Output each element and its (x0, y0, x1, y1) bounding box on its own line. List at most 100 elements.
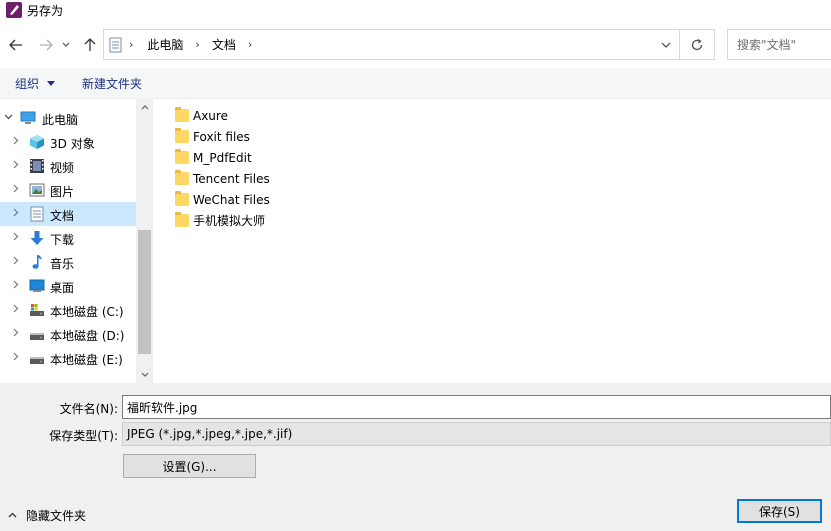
tree-item-pictures[interactable]: 图片 (0, 178, 136, 202)
tree-item-music[interactable]: 音乐 (0, 250, 136, 274)
file-name: Foxit files (193, 129, 250, 144)
chevron-right-icon[interactable] (11, 184, 21, 196)
tree-item-downloads[interactable]: 下载 (0, 226, 136, 250)
title-bar: 另存为 (0, 0, 831, 20)
tree-item-videos[interactable]: 视频 (0, 154, 136, 178)
chevron-up-icon (8, 512, 17, 518)
tree-label: 3D 对象 (50, 137, 95, 151)
tree-label: 图片 (50, 185, 75, 199)
back-button[interactable] (7, 36, 25, 54)
navigation-pane-scrollbar[interactable] (136, 99, 153, 383)
chevron-right-icon[interactable] (11, 208, 21, 220)
recent-locations-button[interactable] (60, 36, 72, 54)
chevron-right-icon[interactable] (11, 328, 21, 340)
folder-icon (175, 191, 189, 206)
list-item[interactable]: WeChat Files (175, 189, 270, 210)
breadcrumb-separator[interactable]: › (129, 38, 133, 51)
list-item[interactable]: Foxit files (175, 126, 250, 147)
drive-c-icon (30, 304, 44, 316)
chevron-down-icon (62, 42, 70, 47)
toolbar: 组织 新建文件夹 (0, 68, 831, 99)
tree-item-desktop[interactable]: 桌面 (0, 274, 136, 298)
address-history-dropdown[interactable] (652, 29, 680, 60)
organize-label: 组织 (15, 77, 40, 91)
arrow-right-icon (40, 39, 53, 51)
scroll-thumb[interactable] (138, 230, 151, 354)
drive-icon (30, 333, 44, 340)
caret-down-icon (47, 81, 56, 86)
file-name: 手机模拟大师 (193, 214, 266, 228)
chevron-down-icon (661, 42, 671, 48)
save-button[interactable]: 保存(S) (737, 499, 822, 523)
address-bar[interactable]: › 此电脑 › 文档 › (103, 29, 680, 60)
documents-icon (109, 37, 122, 52)
tree-label: 下载 (50, 233, 75, 247)
chevron-right-icon[interactable] (11, 304, 21, 316)
tree-item-documents[interactable]: 文档 (0, 202, 136, 226)
hide-folders-label: 隐藏文件夹 (26, 508, 87, 523)
folder-icon (175, 107, 189, 122)
hide-folders-toggle[interactable]: 隐藏文件夹 (8, 505, 86, 525)
folder-icon (175, 149, 189, 164)
tree-label: 本地磁盘 (C:) (50, 305, 124, 319)
download-icon (30, 231, 44, 245)
folder-icon (175, 212, 189, 227)
breadcrumb-separator[interactable]: › (195, 38, 199, 51)
tree-item-drive-e[interactable]: 本地磁盘 (E:) (0, 346, 136, 370)
tree-label: 此电脑 (42, 113, 79, 127)
arrow-left-icon (9, 39, 22, 51)
tree-item-drive-d[interactable]: 本地磁盘 (D:) (0, 322, 136, 346)
tree-label: 视频 (50, 161, 75, 175)
computer-icon (20, 111, 36, 124)
documents-icon (30, 206, 44, 222)
tree-item-this-pc[interactable]: 此电脑 (0, 106, 136, 130)
file-name: WeChat Files (193, 192, 270, 207)
file-list: Axure Foxit files M_PdfEdit Tencent File… (153, 99, 831, 383)
navigation-pane: 此电脑 3D 对象 视频 图片 文档 下载 音乐 桌面 本地磁盘 (C:) 本地… (0, 99, 153, 383)
chevron-right-icon[interactable] (11, 160, 21, 172)
video-icon (30, 159, 44, 173)
music-icon (32, 255, 42, 269)
folder-icon (175, 128, 189, 143)
new-folder-button[interactable]: 新建文件夹 (82, 68, 142, 99)
chevron-down-icon[interactable] (3, 112, 13, 123)
organize-button[interactable]: 组织 (15, 68, 56, 99)
tree-label: 本地磁盘 (D:) (50, 329, 125, 343)
breadcrumb-separator[interactable]: › (248, 38, 252, 51)
search-input[interactable]: 搜索"文档" (727, 29, 831, 60)
chevron-right-icon[interactable] (11, 352, 21, 364)
file-name: Tencent Files (193, 171, 270, 186)
forward-button[interactable] (37, 36, 55, 54)
tree-item-3d-objects[interactable]: 3D 对象 (0, 130, 136, 154)
folder-icon (175, 170, 189, 185)
3d-objects-icon (30, 135, 44, 149)
list-item[interactable]: Axure (175, 105, 228, 126)
up-button[interactable] (81, 36, 99, 54)
chevron-right-icon[interactable] (11, 232, 21, 244)
tree-item-drive-c[interactable]: 本地磁盘 (C:) (0, 298, 136, 322)
list-item[interactable]: 手机模拟大师 (175, 210, 265, 231)
arrow-up-icon (84, 38, 96, 51)
breadcrumb-this-pc[interactable]: 此电脑 (147, 36, 183, 53)
filetype-select[interactable]: JPEG (*.jpg,*.jpeg,*.jpe,*.jif) (122, 422, 831, 446)
refresh-button[interactable] (680, 29, 715, 60)
breadcrumb-documents[interactable]: 文档 (212, 36, 236, 53)
refresh-icon (691, 38, 703, 50)
chevron-right-icon[interactable] (11, 136, 21, 148)
chevron-right-icon[interactable] (11, 280, 21, 292)
window-title: 另存为 (27, 3, 64, 18)
scroll-up-button[interactable] (136, 99, 153, 116)
tree-label: 桌面 (50, 281, 75, 295)
file-name: Axure (193, 108, 228, 123)
list-item[interactable]: M_PdfEdit (175, 147, 252, 168)
tree-label: 本地磁盘 (E:) (50, 353, 123, 367)
chevron-up-icon (141, 105, 148, 110)
chevron-right-icon[interactable] (11, 256, 21, 268)
new-folder-label: 新建文件夹 (82, 77, 143, 91)
list-item[interactable]: Tencent Files (175, 168, 270, 189)
settings-button[interactable]: 设置(G)... (123, 454, 256, 478)
desktop-icon (29, 279, 45, 292)
scroll-down-button[interactable] (136, 366, 153, 383)
filetype-label: 保存类型(T): (49, 429, 118, 443)
filename-input[interactable]: 福昕软件.jpg (122, 395, 831, 419)
